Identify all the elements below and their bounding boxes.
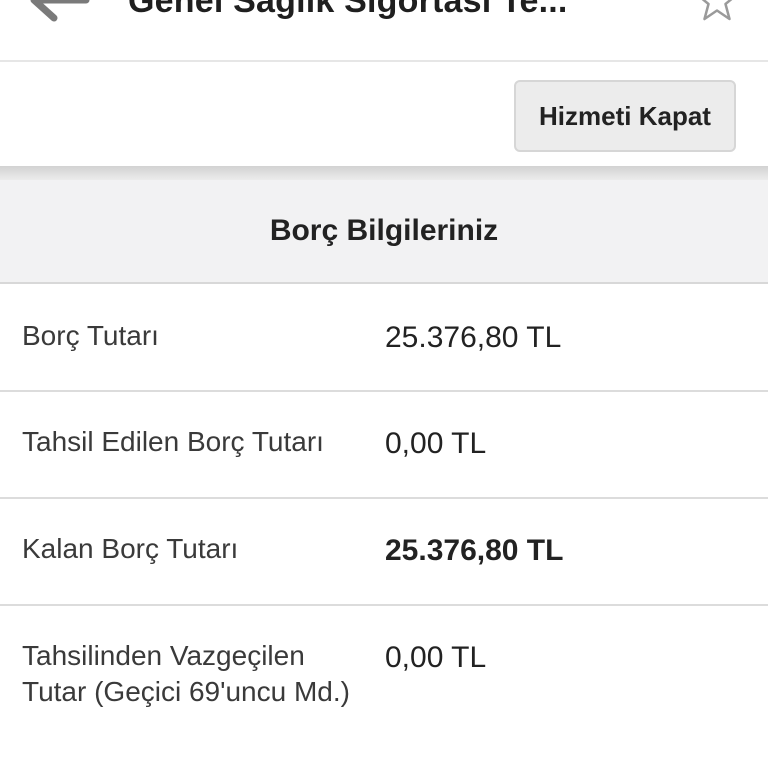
row-label: Tahsil Edilen Borç Tutarı xyxy=(22,426,324,457)
table-row: Tahsil Edilen Borç Tutarı 0,00 TL xyxy=(0,392,768,499)
table-row: Borç Tutarı 25.376,80 TL xyxy=(0,286,768,392)
arrow-left-icon[interactable] xyxy=(30,0,90,22)
star-outline-icon[interactable] xyxy=(694,0,740,24)
action-toolbar: Hizmeti Kapat xyxy=(0,64,768,168)
section-title: Borç Bilgileriniz xyxy=(0,180,768,284)
app-bar: Genel Sağlık Sigortası Te... xyxy=(0,0,768,62)
row-value: 25.376,80 TL xyxy=(385,321,562,354)
row-label: Borç Tutarı xyxy=(22,320,159,351)
section-divider xyxy=(0,166,768,180)
page-title: Genel Sağlık Sigortası Te... xyxy=(128,0,568,20)
row-label: Tahsilinden Vazgeçilen Tutar (Geçici 69'… xyxy=(22,640,350,707)
table-row: Tahsilinden Vazgeçilen Tutar (Geçici 69'… xyxy=(0,606,768,768)
row-label: Kalan Borç Tutarı xyxy=(22,533,239,564)
row-value: 0,00 TL xyxy=(385,427,487,460)
close-service-button[interactable]: Hizmeti Kapat xyxy=(514,80,736,152)
row-value: 25.376,80 TL xyxy=(385,534,564,567)
table-row: Kalan Borç Tutarı 25.376,80 TL xyxy=(0,499,768,606)
row-value: 0,00 TL xyxy=(385,641,487,674)
